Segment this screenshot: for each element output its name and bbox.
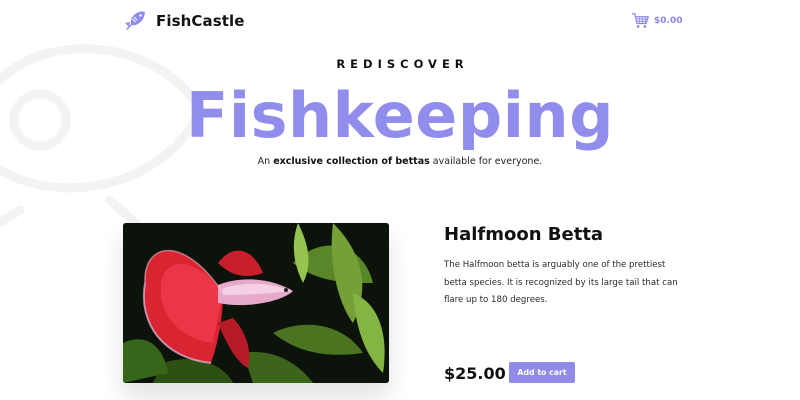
cart-button[interactable]: $0.00 (631, 12, 682, 29)
hero-title: Fishkeeping (186, 79, 614, 152)
product-name: Halfmoon Betta (444, 224, 604, 245)
product-description: The Halfmoon betta is arguably one of th… (444, 260, 678, 305)
hero-tagline: An exclusive collection of bettas availa… (0, 156, 800, 167)
tagline-bold: exclusive collection of bettas (273, 156, 430, 167)
shopping-cart-icon (631, 13, 649, 28)
fish-icon (125, 11, 145, 30)
tagline-suffix: available for everyone. (429, 156, 543, 167)
product-price: $25.00 (444, 364, 506, 383)
brand-name: FishCastle (156, 12, 245, 30)
add-to-cart-button[interactable]: Add to cart (509, 362, 575, 383)
cart-total: $0.00 (654, 15, 683, 26)
product-image (123, 223, 389, 383)
page: FishCastle $0.00 REDISCOVER Fishkeeping … (0, 0, 800, 400)
brand-logo-link[interactable]: FishCastle (123, 9, 245, 33)
hero-eyebrow: REDISCOVER (336, 57, 469, 71)
tagline-prefix: An (257, 156, 274, 167)
